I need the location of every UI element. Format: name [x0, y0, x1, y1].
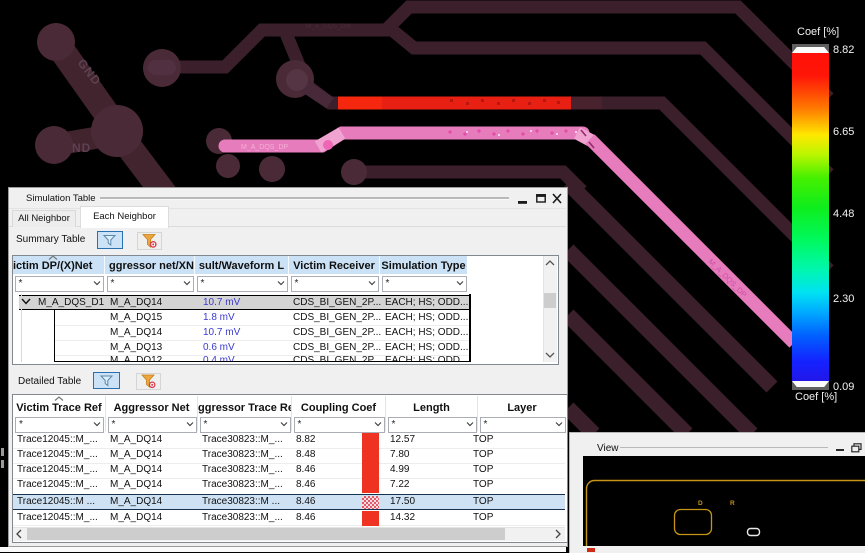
- svg-text:M_A_DQS_DM: M_A_DQS_DM: [306, 23, 351, 30]
- svg-text:R: R: [730, 500, 735, 507]
- svg-text:M_A_DQS_DP: M_A_DQS_DP: [241, 144, 288, 151]
- svg-text:ND: ND: [72, 141, 91, 155]
- svg-text:D: D: [698, 500, 703, 507]
